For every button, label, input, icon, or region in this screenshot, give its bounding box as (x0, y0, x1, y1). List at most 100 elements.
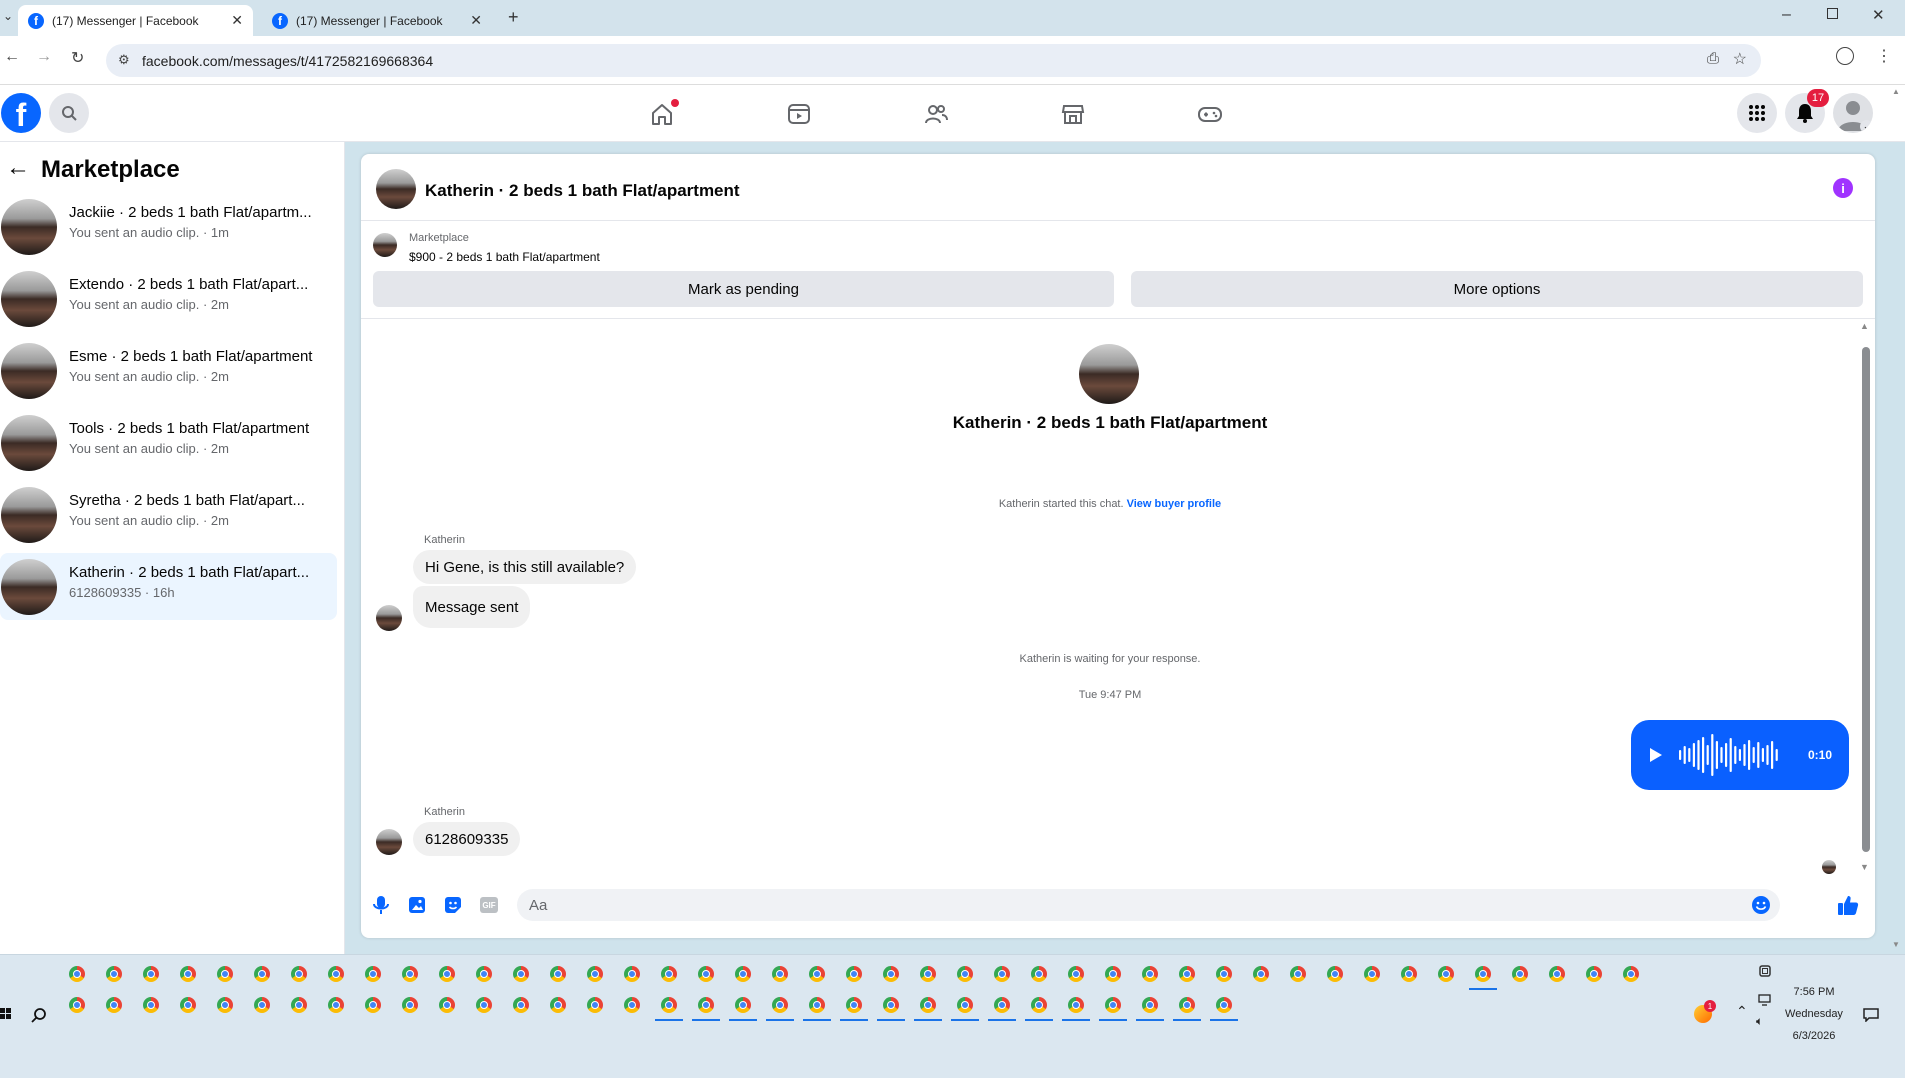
chrome-app-icon[interactable] (661, 997, 677, 1013)
site-settings-icon[interactable]: ⚙ (118, 52, 130, 68)
sticker-icon[interactable] (444, 896, 462, 914)
chrome-app-icon[interactable] (809, 966, 825, 982)
volume-icon[interactable]: 🔈︎ (1756, 1014, 1763, 1029)
page-scroll-up-icon[interactable]: ▲ (1892, 87, 1900, 96)
listing-title[interactable]: $900 - 2 beds 1 bath Flat/apartment (409, 250, 600, 264)
chrome-app-icon[interactable] (994, 997, 1010, 1013)
info-icon[interactable]: i (1833, 178, 1853, 198)
taskbar-date[interactable]: 6/3/2026 (1785, 1030, 1843, 1042)
chrome-app-icon[interactable] (846, 997, 862, 1013)
chrome-app-icon[interactable] (1475, 966, 1491, 982)
emoji-icon[interactable] (1751, 895, 1771, 915)
chrome-app-icon[interactable] (809, 997, 825, 1013)
chrome-app-icon[interactable] (1253, 966, 1269, 982)
chrome-app-icon[interactable] (1216, 966, 1232, 982)
scroll-up-icon[interactable]: ▲ (1860, 321, 1869, 331)
thumbs-up-icon[interactable] (1837, 894, 1859, 916)
search-button[interactable] (49, 93, 89, 133)
taskview-icon[interactable] (1758, 964, 1772, 978)
network-icon[interactable] (1758, 993, 1772, 1007)
close-window-icon[interactable]: ✕ (1872, 6, 1885, 24)
chrome-app-icon[interactable] (624, 997, 640, 1013)
bookmark-star-icon[interactable]: ☆ (1733, 49, 1747, 69)
chrome-app-icon[interactable] (1364, 966, 1380, 982)
chrome-app-icon[interactable] (1216, 997, 1232, 1013)
conversation-item[interactable]: Esme · 2 beds 1 bath Flat/apartment You … (0, 337, 337, 404)
menu-button[interactable] (1737, 93, 1777, 133)
view-buyer-profile-link[interactable]: View buyer profile (1127, 498, 1222, 510)
profile-icon[interactable] (1836, 47, 1854, 65)
chrome-app-icon[interactable] (1586, 966, 1602, 982)
chrome-app-icon[interactable] (624, 966, 640, 982)
chrome-app-icon[interactable] (217, 966, 233, 982)
chrome-app-icon[interactable] (476, 997, 492, 1013)
chat-header-title[interactable]: Katherin · 2 beds 1 bath Flat/apartment (425, 181, 740, 201)
nav-home[interactable] (647, 99, 679, 129)
chrome-app-icon[interactable] (661, 966, 677, 982)
chrome-app-icon[interactable] (402, 997, 418, 1013)
chrome-app-icon[interactable] (1068, 997, 1084, 1013)
chrome-app-icon[interactable] (957, 997, 973, 1013)
incoming-message[interactable]: Message sent (413, 586, 531, 628)
chrome-app-icon[interactable] (920, 997, 936, 1013)
close-tab-icon[interactable]: ✕ (231, 12, 243, 29)
chrome-app-icon[interactable] (1327, 966, 1343, 982)
chrome-app-icon[interactable] (180, 997, 196, 1013)
page-scroll-down-icon[interactable]: ▼ (1892, 940, 1900, 949)
tray-overflow-icon[interactable]: ⌃ (1736, 1003, 1748, 1020)
chrome-app-icon[interactable] (1068, 966, 1084, 982)
facebook-logo-icon[interactable]: f (1, 93, 41, 133)
message-input[interactable]: Aa (517, 889, 1780, 921)
chrome-app-icon[interactable] (550, 966, 566, 982)
audio-message[interactable]: 0:10 (1631, 720, 1849, 790)
conversation-item[interactable]: Syretha · 2 beds 1 bath Flat/apart... Yo… (0, 481, 337, 548)
listing-thumbnail[interactable] (373, 233, 397, 257)
incoming-message[interactable]: Hi Gene, is this still available? (413, 550, 637, 584)
chrome-app-icon[interactable] (1438, 966, 1454, 982)
gif-icon[interactable]: GIF (480, 897, 498, 913)
chrome-app-icon[interactable] (1290, 966, 1306, 982)
chrome-app-icon[interactable] (217, 997, 233, 1013)
chrome-app-icon[interactable] (846, 966, 862, 982)
chrome-app-icon[interactable] (883, 966, 899, 982)
chrome-app-icon[interactable] (439, 966, 455, 982)
sender-avatar[interactable] (376, 829, 402, 855)
chrome-app-icon[interactable] (69, 966, 85, 982)
notification-center-icon[interactable] (1863, 1008, 1879, 1022)
reload-icon[interactable]: ↻ (71, 48, 84, 68)
chrome-app-icon[interactable] (143, 966, 159, 982)
chrome-app-icon[interactable] (1142, 966, 1158, 982)
chrome-app-icon[interactable] (1179, 966, 1195, 982)
chrome-app-icon[interactable] (254, 966, 270, 982)
back-icon[interactable]: ← (4, 48, 20, 66)
chrome-app-icon[interactable] (180, 966, 196, 982)
chrome-app-icon[interactable] (1512, 966, 1528, 982)
chrome-app-icon[interactable] (1031, 997, 1047, 1013)
close-tab-icon[interactable]: ✕ (470, 12, 482, 29)
address-bar[interactable]: ⚙ facebook.com/messages/t/41725821696683… (106, 44, 1761, 77)
chrome-app-icon[interactable] (587, 997, 603, 1013)
forward-icon[interactable]: → (36, 48, 52, 66)
chrome-app-icon[interactable] (1105, 997, 1121, 1013)
conversation-item-selected[interactable]: Katherin · 2 beds 1 bath Flat/apart... 6… (0, 553, 337, 620)
chrome-app-icon[interactable] (291, 966, 307, 982)
chrome-app-icon[interactable] (1142, 997, 1158, 1013)
scroll-down-icon[interactable]: ▼ (1860, 862, 1869, 872)
more-options-button[interactable]: More options (1131, 271, 1863, 307)
chrome-app-icon[interactable] (291, 997, 307, 1013)
chrome-app-icon[interactable] (439, 997, 455, 1013)
chrome-app-icon[interactable] (957, 966, 973, 982)
account-avatar[interactable]: ⌄ (1833, 93, 1873, 133)
chrome-app-icon[interactable] (328, 997, 344, 1013)
nav-marketplace[interactable] (1058, 99, 1088, 129)
chrome-app-icon[interactable] (1031, 966, 1047, 982)
profile-avatar[interactable] (1079, 344, 1139, 404)
chrome-app-icon[interactable] (1105, 966, 1121, 982)
chat-header-avatar[interactable] (376, 169, 416, 209)
notifications-button[interactable]: 17 (1785, 89, 1829, 133)
back-arrow-icon[interactable]: ← (6, 154, 30, 182)
chrome-app-icon[interactable] (735, 966, 751, 982)
chrome-app-icon[interactable] (1549, 966, 1565, 982)
chrome-app-icon[interactable] (254, 997, 270, 1013)
nav-video[interactable] (784, 99, 814, 129)
